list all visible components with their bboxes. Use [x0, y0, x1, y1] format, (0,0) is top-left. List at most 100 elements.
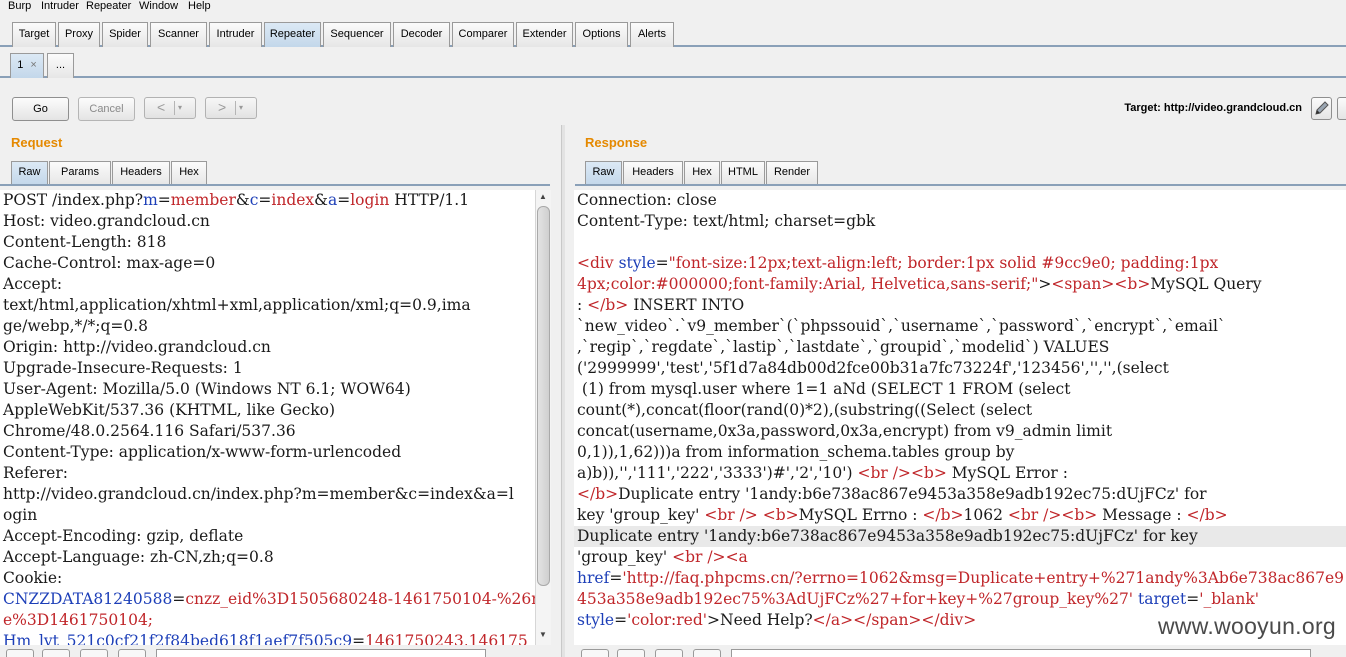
request-token: Upgrade-Insecure-Requests: 1 [3, 359, 243, 377]
request-title: Request [11, 135, 63, 150]
repeater-new-tab[interactable]: ... [47, 53, 74, 78]
request-token: Cookie: [3, 569, 63, 587]
response-token: MySQL Query [1150, 275, 1262, 293]
tab-decoder[interactable]: Decoder [393, 22, 450, 47]
request-tab-underline [0, 184, 550, 186]
cancel-button[interactable]: Cancel [78, 97, 135, 121]
request-editor[interactable]: POST /index.php?m=member&c=index&a=login… [0, 190, 535, 645]
repeater-tab-1[interactable]: 1 × [10, 53, 44, 78]
back-arrow-icon: < [157, 99, 166, 115]
request-search-input[interactable] [156, 649, 486, 657]
request-prev-button[interactable] [42, 649, 70, 657]
request-token: ge/webp,*/*;q=0.8 [3, 317, 149, 335]
request-scroll-thumb[interactable] [537, 206, 550, 586]
response-tab-hex[interactable]: Hex [684, 161, 720, 185]
response-plus-button[interactable] [655, 649, 683, 657]
tab-repeater[interactable]: Repeater [264, 22, 321, 47]
response-line: a)b)),'','111','222','3333')#','2','10')… [574, 463, 1346, 484]
request-line: ogin [0, 505, 535, 526]
chevron-down-icon[interactable]: ▾ [239, 98, 243, 117]
tab-options[interactable]: Options [575, 22, 628, 47]
split-pane-divider[interactable] [561, 125, 565, 657]
help-button[interactable] [1337, 97, 1346, 120]
response-token: > [1038, 275, 1052, 293]
forward-arrow-icon: > [218, 99, 227, 115]
back-button[interactable]: < ▾ [144, 97, 196, 119]
response-token: </b> [922, 506, 964, 524]
response-token: <br /> [1007, 506, 1062, 524]
tab-extender[interactable]: Extender [516, 22, 573, 47]
response-next-button[interactable] [693, 649, 721, 657]
request-line: Hm_lvt_521c0cf21f2f84bed618f1aef7f505c9=… [0, 631, 535, 645]
response-help-button[interactable] [581, 649, 609, 657]
request-line: Cache-Control: max-age=0 [0, 253, 535, 274]
response-token: Message : [1097, 506, 1187, 524]
request-token: index [271, 191, 315, 209]
menu-help[interactable]: Help [188, 0, 211, 13]
tab-proxy[interactable]: Proxy [58, 22, 100, 47]
request-tab-headers[interactable]: Headers [112, 161, 170, 185]
response-viewer[interactable]: Connection: close Content-Type: text/html… [574, 190, 1346, 645]
response-token: <div [577, 254, 619, 272]
tab-comparer[interactable]: Comparer [452, 22, 514, 47]
response-line [574, 232, 1346, 253]
response-prev-button[interactable] [617, 649, 645, 657]
tab-target[interactable]: Target [12, 22, 56, 47]
response-token: = [1186, 590, 1200, 608]
request-line: http://video.grandcloud.cn/index.php?m=m… [0, 484, 535, 505]
response-tab-html[interactable]: HTML [721, 161, 765, 185]
response-token: = [609, 569, 623, 587]
response-token: 'http://faq.phpcms.cn/?errno=1062&msg=Du… [622, 569, 1344, 587]
tab-alerts[interactable]: Alerts [630, 22, 674, 47]
request-help-button[interactable] [6, 649, 34, 657]
response-tab-raw[interactable]: Raw [585, 161, 622, 185]
request-plus-button[interactable] [80, 649, 108, 657]
response-token: '_blank' [1199, 590, 1259, 608]
request-line: User-Agent: Mozilla/5.0 (Windows NT 6.1;… [0, 379, 535, 400]
request-line: Upgrade-Insecure-Requests: 1 [0, 358, 535, 379]
edit-target-button[interactable] [1311, 97, 1332, 120]
response-tab-headers[interactable]: Headers [623, 161, 683, 185]
response-token: <b> [1114, 275, 1151, 293]
tab-spider[interactable]: Spider [102, 22, 148, 47]
scroll-up-icon[interactable]: ▲ [539, 192, 547, 201]
request-scrollbar[interactable]: ▲ ▼ [535, 190, 551, 645]
request-tab-params[interactable]: Params [49, 161, 111, 185]
menu-repeater[interactable]: Repeater [86, 0, 131, 13]
tab-sequencer[interactable]: Sequencer [323, 22, 391, 47]
request-token: Cache-Control: max-age=0 [3, 254, 216, 272]
response-token: <br /> [672, 548, 726, 566]
response-tab-render[interactable]: Render [766, 161, 818, 185]
tab-scanner[interactable]: Scanner [150, 22, 207, 47]
response-token: Content-Type: text/html; charset=gbk [577, 212, 876, 230]
request-token: = [337, 191, 351, 209]
request-tab-raw[interactable]: Raw [11, 161, 48, 185]
request-token: m [143, 191, 158, 209]
target-label: Target: http://video.grandcloud.cn [1124, 102, 1302, 114]
request-next-button[interactable] [118, 649, 146, 657]
response-token: target [1138, 590, 1187, 608]
response-search-input[interactable] [731, 649, 1311, 657]
response-line: href='http://faq.phpcms.cn/?errno=1062&m… [574, 568, 1346, 589]
request-token: = [157, 191, 171, 209]
watermark: www.wooyun.org [1157, 613, 1336, 639]
menu-burp[interactable]: Burp [8, 0, 31, 13]
chevron-down-icon[interactable]: ▾ [178, 98, 182, 117]
tab-intruder[interactable]: Intruder [209, 22, 262, 47]
request-token: Hm_lvt_521c0cf21f2f84bed618f1aef7f505c9 [3, 632, 353, 645]
request-token: & [314, 191, 328, 209]
request-token: a [327, 191, 338, 209]
response-token: INSERT INTO [628, 296, 745, 314]
request-line: POST /index.php?m=member&c=index&a=login… [0, 190, 535, 211]
forward-button[interactable]: > ▾ [205, 97, 257, 119]
response-token: <br /> [704, 506, 758, 524]
request-tab-hex[interactable]: Hex [171, 161, 207, 185]
response-token: <a [725, 548, 748, 566]
scroll-down-icon[interactable]: ▼ [539, 630, 547, 639]
request-line: Accept: [0, 274, 535, 295]
response-token: ('2999999','test','5f1d7a84db00d2fce00b3… [577, 359, 1169, 377]
close-icon[interactable]: × [30, 59, 36, 71]
go-button[interactable]: Go [12, 97, 69, 121]
menu-window[interactable]: Window [139, 0, 178, 13]
menu-intruder[interactable]: Intruder [41, 0, 79, 13]
